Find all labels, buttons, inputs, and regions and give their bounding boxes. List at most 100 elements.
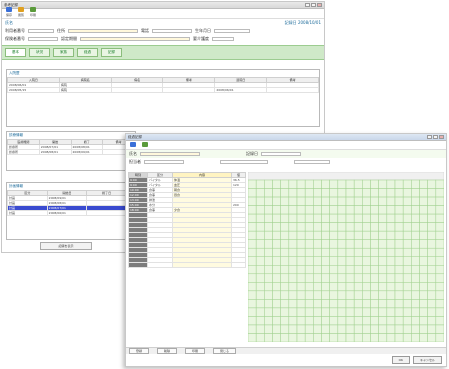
toolbar-print-button[interactable]: 印刷 [30, 7, 36, 17]
grid-cell[interactable] [386, 222, 396, 232]
name-field[interactable] [140, 152, 200, 156]
toolbar-view-button[interactable]: 閲覧 [18, 7, 24, 17]
grid-cell[interactable] [304, 196, 314, 206]
grid-cell[interactable] [411, 273, 420, 283]
grid-cell[interactable] [353, 213, 363, 223]
grid-cell[interactable] [248, 282, 257, 292]
grid-cell[interactable] [362, 324, 371, 334]
grid-cell[interactable] [427, 213, 437, 223]
grid-cell[interactable] [321, 247, 330, 257]
grid-cell[interactable] [272, 299, 281, 309]
cancel-button[interactable]: キャンセル [412, 356, 442, 364]
grid-cell[interactable] [419, 179, 428, 189]
grid-cell[interactable] [296, 179, 306, 189]
minimize-icon[interactable] [427, 135, 432, 139]
grid-cell[interactable] [353, 307, 363, 317]
care-level-field[interactable] [212, 37, 234, 41]
grid-cell[interactable] [313, 188, 322, 198]
grid-cell[interactable] [321, 205, 330, 215]
grid-cell[interactable] [337, 196, 347, 206]
grid-cell[interactable] [370, 316, 379, 326]
grid-cell[interactable] [427, 273, 437, 283]
grid-cell[interactable] [321, 188, 330, 198]
grid-cell[interactable] [394, 196, 404, 206]
grid-cell[interactable] [362, 316, 371, 326]
grid-cell[interactable] [272, 265, 281, 275]
grid-cell[interactable] [313, 333, 322, 342]
grid-cell[interactable] [435, 265, 444, 275]
grid-cell[interactable] [313, 196, 322, 206]
grid-cell[interactable] [353, 196, 363, 206]
grid-cell[interactable] [427, 256, 437, 266]
grid-cell[interactable] [427, 299, 437, 309]
grid-cell[interactable] [288, 256, 298, 266]
grid-cell[interactable] [280, 188, 290, 198]
grid-cell[interactable] [402, 247, 412, 257]
grid-cell[interactable] [337, 324, 347, 334]
grid-cell[interactable] [280, 307, 290, 317]
grid-cell[interactable] [321, 307, 330, 317]
grid-cell[interactable] [337, 256, 347, 266]
grid-cell[interactable] [411, 324, 420, 334]
grid-cell[interactable] [386, 239, 396, 249]
grid-cell[interactable] [337, 299, 347, 309]
grid-cell[interactable] [248, 213, 257, 223]
grid-cell[interactable] [419, 222, 428, 232]
grid-cell[interactable] [255, 299, 265, 309]
front-window-titlebar[interactable]: 経過記録 [126, 134, 446, 141]
grid-cell[interactable] [345, 196, 355, 206]
grid-cell[interactable] [435, 299, 444, 309]
grid-cell[interactable] [402, 290, 412, 300]
grid-cell[interactable] [296, 307, 306, 317]
grid-cell[interactable] [378, 273, 388, 283]
grid-cell[interactable] [435, 222, 444, 232]
grid-cell[interactable] [427, 222, 437, 232]
grid-cell[interactable] [386, 290, 396, 300]
grid-cell[interactable] [304, 230, 314, 240]
grid-cell[interactable] [264, 282, 273, 292]
grid-cell[interactable] [435, 316, 444, 326]
grid-cell[interactable] [272, 188, 281, 198]
grid-cell[interactable] [378, 333, 388, 342]
delete-button[interactable]: 削除 [157, 348, 178, 354]
grid-cell[interactable] [337, 282, 347, 292]
grid-cell[interactable] [329, 179, 339, 189]
grid-cell[interactable] [272, 282, 281, 292]
grid-cell[interactable] [264, 324, 273, 334]
grid-cell[interactable] [321, 196, 330, 206]
grid-cell[interactable] [345, 290, 355, 300]
grid-cell[interactable] [313, 239, 322, 249]
grid-cell[interactable] [272, 222, 281, 232]
grid-cell[interactable] [411, 265, 420, 275]
grid-cell[interactable] [402, 316, 412, 326]
grid-cell[interactable] [353, 239, 363, 249]
grid-cell[interactable] [280, 282, 290, 292]
grid-cell[interactable] [280, 222, 290, 232]
grid-cell[interactable] [248, 299, 257, 309]
grid-cell[interactable] [304, 179, 314, 189]
grid-cell[interactable] [394, 307, 404, 317]
grid-cell[interactable] [280, 205, 290, 215]
grid-cell[interactable] [248, 256, 257, 266]
grid-cell[interactable] [435, 179, 444, 189]
grid-cell[interactable] [296, 299, 306, 309]
grid-cell[interactable] [362, 265, 371, 275]
grid-cell[interactable] [419, 196, 428, 206]
grid-cell[interactable] [419, 256, 428, 266]
toolbar-button[interactable] [142, 142, 148, 148]
grid-cell[interactable] [264, 273, 273, 283]
grid-cell[interactable] [296, 222, 306, 232]
grid-cell[interactable] [394, 205, 404, 215]
grid-cell[interactable] [345, 222, 355, 232]
grid-cell[interactable] [427, 324, 437, 334]
grid-cell[interactable] [370, 265, 379, 275]
grid-cell[interactable] [435, 188, 444, 198]
grid-cell[interactable] [435, 230, 444, 240]
grid-cell[interactable] [378, 222, 388, 232]
grid-cell[interactable] [427, 290, 437, 300]
grid-cell[interactable] [419, 213, 428, 223]
grid-cell[interactable] [337, 239, 347, 249]
grid-cell[interactable] [255, 205, 265, 215]
grid-cell[interactable] [419, 299, 428, 309]
grid-cell[interactable] [248, 230, 257, 240]
